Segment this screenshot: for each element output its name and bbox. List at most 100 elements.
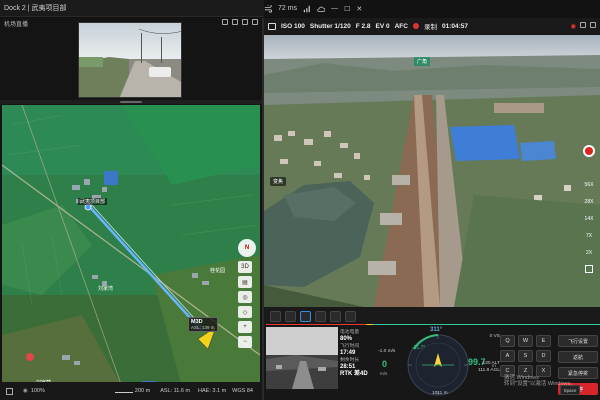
focus-mode[interactable]: AFC (395, 23, 408, 30)
camera-mode-icon[interactable] (268, 22, 276, 30)
fpv-image (266, 327, 338, 389)
key-s[interactable]: S (518, 350, 533, 362)
main-camera-feed[interactable]: 变焦 广角 56X 28X 14X 7X 2X (264, 35, 600, 307)
record-label: 录制 (423, 24, 437, 31)
camera-tools-strip (264, 307, 600, 325)
gps-icon: ◉ (23, 388, 28, 394)
refresh-icon[interactable] (232, 19, 238, 25)
gimbal-icon[interactable] (330, 310, 341, 322)
camera-switch-icon[interactable] (222, 19, 228, 25)
flight-time-label: 飞行时间 (340, 344, 360, 349)
key-d[interactable]: D (536, 350, 551, 362)
locate-icon[interactable]: ◎ (238, 291, 252, 303)
hspeed-unit: m/s (380, 371, 388, 376)
layers-icon[interactable]: ▤ (238, 276, 252, 288)
dock-camera-image (79, 23, 181, 97)
fly-settings-button[interactable]: 飞行设置 (558, 335, 598, 347)
scale-bar (114, 389, 133, 393)
grid-icon[interactable] (580, 22, 586, 28)
remain-value: 28:51 (340, 364, 356, 370)
key-w[interactable]: W (518, 335, 533, 347)
ruler-icon[interactable]: ◇ (238, 306, 252, 318)
map-fit-icon[interactable] (6, 387, 13, 395)
satellite-map (2, 105, 260, 387)
fstop-value[interactable]: F 2.8 (356, 23, 371, 30)
map-label-site: 武夷项目部 (78, 198, 108, 205)
wide-badge: 广角 (414, 57, 431, 66)
ir-icon[interactable] (345, 310, 356, 322)
panel-title: 机场直播 (4, 21, 29, 28)
zoom-fit-icon[interactable] (585, 265, 593, 273)
footer-wgs: WGS 84 (232, 388, 253, 394)
maximize-button[interactable]: ☐ (344, 5, 350, 13)
map-label-village: 刘家湾 (98, 286, 114, 292)
settings-icon[interactable] (242, 19, 248, 25)
keyboard-pad: Q W E A S D C Z X (500, 335, 554, 377)
map-toolbar: 3D ▤ ◎ ◇ + − (238, 261, 254, 348)
zoom-7x[interactable]: 7X (586, 233, 592, 239)
iso-value[interactable]: ISO 100 (281, 23, 305, 30)
heading-value: 311° (430, 327, 443, 333)
view-3d-button[interactable]: 3D (238, 261, 252, 273)
record-time: 01:04:57 (441, 22, 468, 30)
rtk-status: RTK 差4D (340, 371, 368, 377)
record-button[interactable] (583, 145, 595, 157)
battery-value: 80% (340, 336, 353, 342)
zoom-percent: 100% (30, 388, 45, 394)
app-name: Dock 2 | 武夷项目部 (4, 5, 67, 12)
zoom-in-button[interactable]: + (238, 321, 252, 333)
pitch-value: -21.7° (412, 345, 426, 351)
title-bar: Dock 2 | 武夷项目部 远程控制-手动飞行 72 ms — ☐ ✕ (0, 0, 600, 17)
camera-settings-bar: ISO 100 Shutter 1/120 F 2.8 EV 0 AFC 录制 … (264, 18, 600, 34)
flight-mode-icon[interactable] (285, 310, 296, 322)
zoom-2x[interactable]: 2X (586, 250, 592, 256)
cockpit-panel: 电池电量 80% 飞行时间 17:49 剩余时长 28:51 RTK 差4D 3… (264, 325, 600, 400)
wind-speed-value: -1.0 m/s (378, 349, 396, 354)
footer-asl: ASL: 11.6 m (160, 388, 191, 394)
right-panel: ISO 100 Shutter 1/120 F 2.8 EV 0 AFC 录制 … (264, 18, 600, 400)
zoom-slider[interactable]: 56X 28X 14X 7X 2X (580, 145, 598, 305)
wind-icon (264, 4, 272, 13)
map-view[interactable]: 武夷项目部 刘家湾 桂花园 刘家营 M3D ASL: 139 m N 3D ▤ … (2, 105, 260, 387)
minimize-button[interactable]: — (331, 5, 338, 12)
photo-mode-button[interactable] (270, 310, 281, 322)
zoom-14x[interactable]: 14X (585, 216, 594, 222)
zoom-56x[interactable]: 56X (585, 182, 594, 188)
fullscreen-icon[interactable] (252, 19, 258, 25)
hspeed-value: 0 (382, 359, 388, 369)
zoom-out-button[interactable]: − (238, 336, 252, 348)
footer-hae: HAE: 3.1 m (198, 388, 227, 394)
wind-speed: 72 ms (278, 5, 298, 12)
compass-north-button[interactable]: N (238, 239, 256, 257)
target-icon[interactable]: ◉ (570, 22, 576, 30)
flight-time-value: 17:49 (340, 350, 356, 356)
return-home-button[interactable]: 返航 (558, 351, 598, 363)
space-key-hint: Space (560, 385, 580, 395)
fpv-camera-feed[interactable] (266, 327, 338, 389)
alt-rel-value: 130 ALT (482, 361, 500, 366)
signal-icon (303, 5, 310, 12)
close-button[interactable]: ✕ (356, 5, 362, 13)
key-e[interactable]: E (536, 335, 551, 347)
battery-label: 电池电量 (340, 330, 360, 335)
compass-n-label: N (244, 245, 250, 251)
cloud-icon[interactable] (317, 5, 326, 13)
panel-resize-handle[interactable] (0, 100, 262, 104)
key-q[interactable]: Q (500, 335, 515, 347)
vertical-stats: 0 VS 130 ALT 111.9 AGL (468, 333, 500, 374)
drone-info-tag[interactable]: M3D ASL: 139 m (188, 317, 218, 332)
flight-stats: 电池电量 80% 飞行时间 17:49 剩余时长 28:51 RTK 差4D (340, 329, 376, 378)
vs-value: 0 VS (489, 334, 500, 339)
lens-icon[interactable] (315, 310, 326, 322)
zoom-badge[interactable]: 变焦 (270, 177, 287, 186)
zoom-28x[interactable]: 28X (585, 199, 594, 205)
recording-icon (412, 23, 419, 29)
camera-settings-icon[interactable] (590, 22, 596, 28)
dock-camera-feed[interactable] (78, 22, 182, 98)
key-a[interactable]: A (500, 350, 515, 362)
left-panel: 机场直播 武夷项目部 刘家湾 桂花园 M3D ASL: 139 m N 3D ▤… (0, 18, 262, 400)
distance-value: 1011 m (432, 391, 448, 396)
ev-value[interactable]: EV 0 (376, 23, 390, 30)
shutter-value[interactable]: Shutter 1/120 (310, 23, 351, 30)
ai-spot-icon[interactable] (300, 310, 311, 322)
